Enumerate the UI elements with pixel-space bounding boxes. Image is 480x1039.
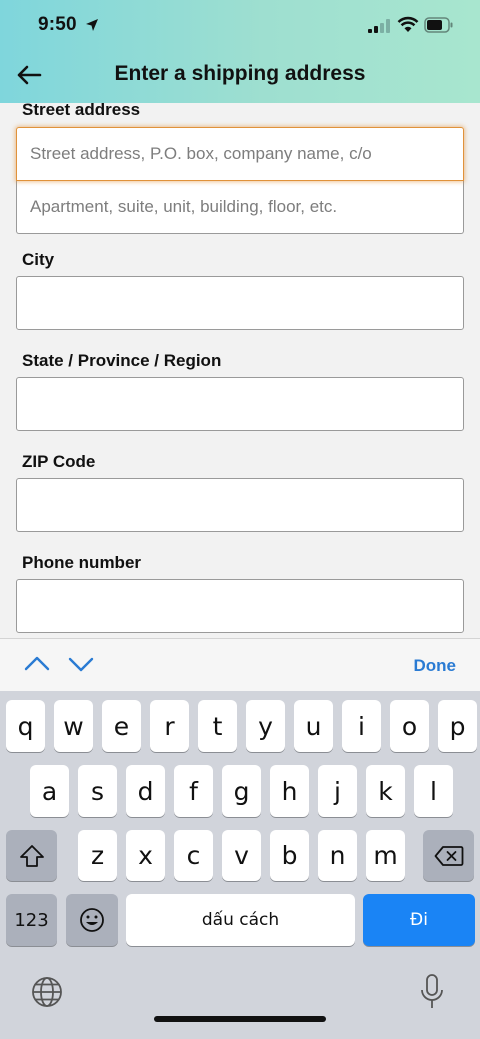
page-title: Enter a shipping address: [114, 62, 366, 85]
state-input[interactable]: [16, 377, 464, 431]
street-address-input[interactable]: Street address, P.O. box, company name, …: [16, 127, 464, 181]
street-address-placeholder: Street address, P.O. box, company name, …: [30, 144, 372, 163]
wifi-icon: [397, 16, 419, 32]
apartment-placeholder: Apartment, suite, unit, building, floor,…: [30, 197, 338, 216]
emoji-icon: [80, 908, 104, 932]
emoji-key[interactable]: [66, 894, 118, 946]
shift-key[interactable]: [6, 830, 57, 881]
city-label: City: [22, 250, 55, 269]
shift-icon: [19, 844, 44, 867]
key-x[interactable]: x: [126, 830, 165, 881]
key-z[interactable]: z: [78, 830, 117, 881]
state-label: State / Province / Region: [22, 351, 222, 370]
key-g[interactable]: g: [222, 765, 261, 817]
cellular-signal-icon: [368, 19, 390, 33]
key-m[interactable]: m: [366, 830, 405, 881]
battery-icon: [424, 17, 453, 33]
key-j[interactable]: j: [318, 765, 357, 817]
key-p[interactable]: p: [438, 700, 477, 752]
space-key[interactable]: dấu cách: [126, 894, 355, 946]
key-f[interactable]: f: [174, 765, 213, 817]
key-r[interactable]: r: [150, 700, 189, 752]
key-c[interactable]: c: [174, 830, 213, 881]
key-l[interactable]: l: [414, 765, 453, 817]
apartment-input[interactable]: Apartment, suite, unit, building, floor,…: [16, 181, 464, 234]
shipping-address-form: Street address Street address, P.O. box,…: [0, 103, 480, 638]
key-h[interactable]: h: [270, 765, 309, 817]
location-arrow-icon: [86, 19, 98, 31]
key-o[interactable]: o: [390, 700, 429, 752]
status-time: 9:50: [38, 14, 77, 35]
backspace-icon: [434, 845, 463, 866]
key-e[interactable]: e: [102, 700, 141, 752]
key-q[interactable]: q: [6, 700, 45, 752]
key-n[interactable]: n: [318, 830, 357, 881]
keyboard-accessory-bar: Done: [0, 638, 480, 691]
phone-number-label: Phone number: [22, 553, 142, 572]
key-u[interactable]: u: [294, 700, 333, 752]
key-s[interactable]: s: [78, 765, 117, 817]
microphone-icon[interactable]: [418, 973, 446, 1011]
numbers-key[interactable]: 123: [6, 894, 57, 946]
chevron-down-icon[interactable]: [68, 655, 94, 673]
globe-icon[interactable]: [30, 975, 64, 1009]
key-w[interactable]: w: [54, 700, 93, 752]
key-t[interactable]: t: [198, 700, 237, 752]
header: 9:50 Enter a shipping address: [0, 0, 480, 103]
street-address-label: Street address: [22, 103, 141, 119]
home-indicator: [154, 1016, 326, 1022]
done-button[interactable]: Done: [414, 656, 457, 676]
key-d[interactable]: d: [126, 765, 165, 817]
zip-code-label: ZIP Code: [22, 452, 96, 471]
key-b[interactable]: b: [270, 830, 309, 881]
go-key[interactable]: Đi: [363, 894, 475, 946]
key-v[interactable]: v: [222, 830, 261, 881]
zip-code-input[interactable]: [16, 478, 464, 532]
chevron-up-icon[interactable]: [24, 655, 50, 673]
key-y[interactable]: y: [246, 700, 285, 752]
key-k[interactable]: k: [366, 765, 405, 817]
keyboard: qwertyuiop asdfghjkl zxcvbnm 123 dấu các…: [0, 691, 480, 1039]
key-a[interactable]: a: [30, 765, 69, 817]
key-i[interactable]: i: [342, 700, 381, 752]
city-input[interactable]: [16, 276, 464, 330]
phone-number-input[interactable]: [16, 579, 464, 633]
backspace-key[interactable]: [423, 830, 474, 881]
